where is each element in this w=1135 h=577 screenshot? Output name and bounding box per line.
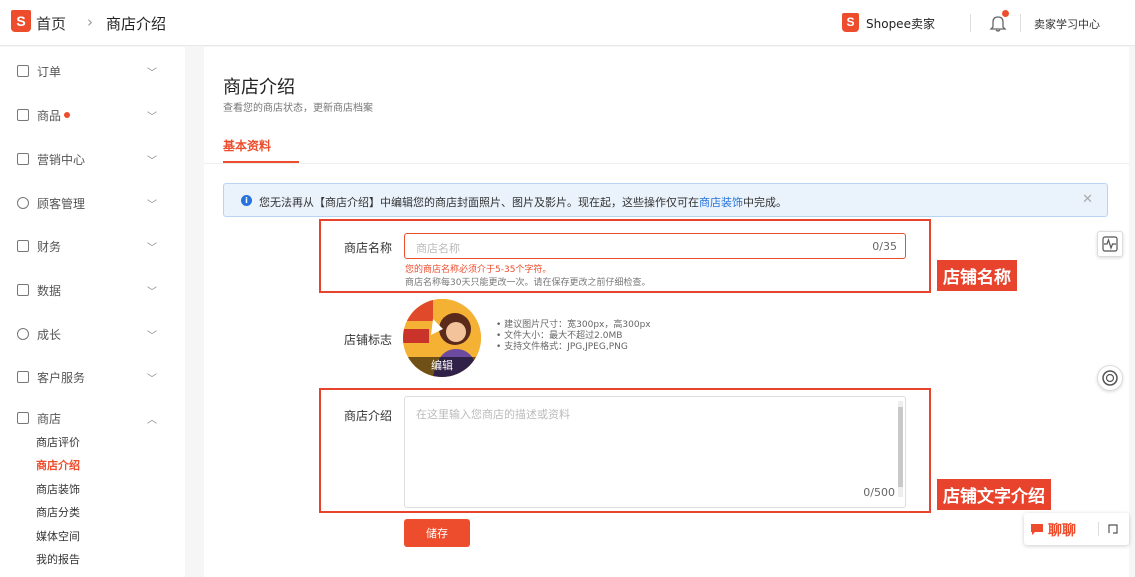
chat-widget[interactable]: 聊聊	[1024, 513, 1129, 545]
annotation-box-shop-name	[319, 219, 931, 293]
sidebar-item-label: 营销中心	[37, 152, 86, 167]
annotation-tag-shop-name: 店铺名称	[937, 260, 1017, 291]
sidebar: 订单 ﹀ 商品 ﹀ 营销中心 ﹀ 顾客管理 ﹀ 财务 ﹀ 数据 ﹀ 成长 ﹀ 客…	[0, 47, 185, 577]
shop-logo-label: 店铺标志	[344, 333, 393, 347]
sidebar-subitem-shop-decoration[interactable]: 商店装饰	[36, 481, 80, 497]
headset-icon	[1102, 370, 1118, 386]
breadcrumb-home[interactable]: 首页	[36, 13, 66, 34]
sidebar-item-label: 数据	[37, 283, 62, 298]
product-icon	[17, 109, 29, 121]
shop-logo-avatar[interactable]: 编辑	[403, 299, 481, 377]
edit-logo-button[interactable]: 编辑	[403, 357, 481, 377]
user-icon	[17, 197, 29, 209]
sidebar-subitem-shop-profile[interactable]: 商店介绍	[36, 457, 80, 473]
new-badge-dot	[64, 112, 71, 118]
annotation-tag-shop-desc: 店铺文字介绍	[937, 479, 1051, 510]
chevron-up-icon[interactable]: ︿	[147, 411, 157, 426]
divider	[1020, 14, 1021, 32]
growth-icon	[17, 328, 29, 340]
wallet-icon	[17, 240, 29, 252]
info-icon: i	[241, 195, 252, 206]
tag-icon	[17, 153, 29, 165]
save-button[interactable]: 储存	[404, 519, 470, 547]
chevron-down-icon[interactable]: ﹀	[147, 239, 157, 254]
chart-icon	[17, 284, 29, 296]
page-title: 商店介绍	[223, 77, 295, 98]
sidebar-item-label: 成长	[37, 327, 62, 342]
close-icon[interactable]: ✕	[1082, 192, 1093, 207]
tab-divider	[204, 163, 1129, 164]
shopee-logo-icon[interactable]: S	[11, 10, 31, 32]
annotation-box-shop-desc	[319, 388, 931, 513]
chevron-down-icon[interactable]: ﹀	[147, 64, 157, 79]
sidebar-subitem-media-space[interactable]: 媒体空间	[36, 528, 80, 544]
sidebar-subitem-shop-rating[interactable]: 商店评价	[36, 434, 80, 450]
breadcrumb-current: 商店介绍	[106, 15, 167, 33]
chevron-down-icon[interactable]: ﹀	[147, 370, 157, 385]
sidebar-item-label: 财务	[37, 239, 62, 254]
help-button[interactable]	[1097, 365, 1123, 391]
seller-logo-icon: S	[842, 13, 859, 32]
main-panel: 商店介绍 查看您的商店状态，更新商店档案 基本资料 i 您无法再从【商店介绍】中…	[204, 47, 1129, 577]
sidebar-item-label: 商店	[37, 411, 62, 426]
activity-monitor-button[interactable]	[1097, 231, 1123, 257]
tab-basic-info[interactable]: 基本资料	[223, 137, 271, 154]
sidebar-item-label: 顾客管理	[37, 196, 86, 211]
top-bar: S 首页 › 商店介绍 S Shopee卖家 卖家学习中心	[0, 0, 1135, 46]
info-notice: i 您无法再从【商店介绍】中编辑您的商店封面照片、图片及影片。现在起，这些操作仅…	[223, 183, 1108, 217]
chevron-down-icon[interactable]: ﹀	[147, 327, 157, 342]
chat-bubble-icon	[1031, 524, 1043, 535]
page-subtitle: 查看您的商店状态，更新商店档案	[223, 103, 373, 114]
chevron-down-icon[interactable]: ﹀	[147, 196, 157, 211]
divider	[1098, 522, 1099, 536]
sidebar-subitem-shop-category[interactable]: 商店分类	[36, 504, 80, 520]
sidebar-item-label: 商品	[37, 108, 62, 123]
shop-decoration-link[interactable]: 商店装饰	[699, 196, 743, 209]
chevron-down-icon[interactable]: ﹀	[147, 152, 157, 167]
chat-icon	[17, 371, 29, 383]
sidebar-subitem-my-reports[interactable]: 我的报告	[36, 551, 80, 567]
sidebar-item-label: 客户服务	[37, 370, 86, 385]
chevron-down-icon[interactable]: ﹀	[147, 283, 157, 298]
minimize-icon[interactable]	[1107, 523, 1119, 535]
pulse-icon	[1102, 236, 1118, 252]
sidebar-item-label: 订单	[37, 64, 62, 79]
breadcrumb-separator: ›	[87, 13, 93, 31]
notice-text: 您无法再从【商店介绍】中编辑您的商店封面照片、图片及影片。现在起，这些操作仅可在…	[259, 196, 787, 209]
seller-learning-center-link[interactable]: 卖家学习中心	[1034, 16, 1100, 32]
divider	[970, 14, 971, 32]
notification-dot	[1002, 10, 1009, 17]
chevron-down-icon[interactable]: ﹀	[147, 108, 157, 123]
shop-icon	[17, 412, 29, 424]
chat-label: 聊聊	[1048, 523, 1076, 539]
seller-account-name[interactable]: Shopee卖家	[866, 15, 935, 32]
logo-spec-format: • 支持文件格式：JPG,JPEG,PNG	[496, 342, 628, 352]
order-icon	[17, 65, 29, 77]
